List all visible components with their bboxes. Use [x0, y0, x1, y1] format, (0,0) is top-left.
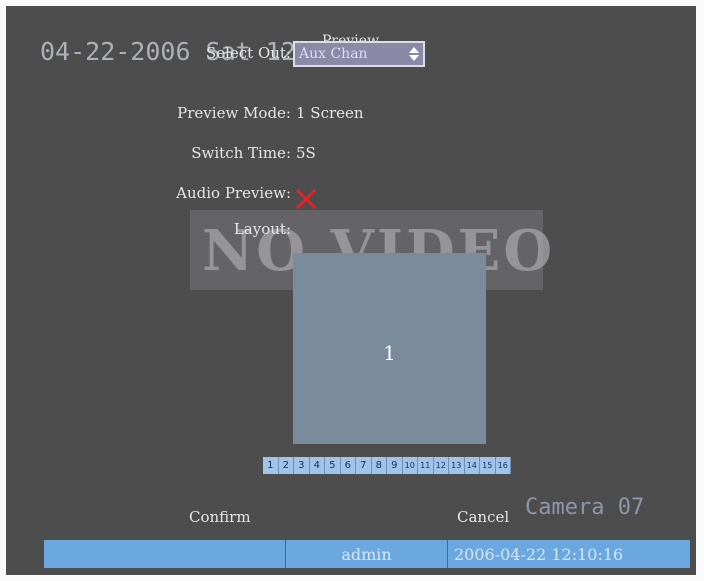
- preview-mode-label: Preview Mode:: [177, 104, 291, 122]
- channel-button[interactable]: 12: [434, 457, 449, 474]
- switch-time-value[interactable]: 5S: [296, 144, 316, 162]
- channel-button[interactable]: 6: [341, 457, 356, 474]
- channel-button[interactable]: 14: [465, 457, 480, 474]
- camera-label: Camera 07: [525, 495, 645, 520]
- channel-button[interactable]: 16: [496, 457, 511, 474]
- status-bar: admin 2006-04-22 12:10:16: [44, 540, 690, 568]
- channel-button[interactable]: 3: [294, 457, 310, 474]
- spinner-arrows-icon[interactable]: [408, 46, 420, 62]
- status-user: admin: [286, 540, 448, 568]
- layout-label: Layout:: [233, 220, 291, 238]
- dvr-screen: 04-22-2006 Sat 12:10:16 NO VIDEO Preview…: [6, 6, 696, 575]
- channel-button[interactable]: 5: [325, 457, 341, 474]
- select-out-value: Aux Chan: [299, 46, 368, 62]
- select-out-dropdown[interactable]: Aux Chan: [293, 41, 425, 67]
- layout-cell-number: 1: [383, 341, 396, 365]
- status-datetime: 2006-04-22 12:10:16: [454, 544, 624, 564]
- switch-time-label: Switch Time:: [191, 144, 291, 162]
- layout-cell[interactable]: 1: [293, 253, 486, 444]
- channel-button[interactable]: 4: [310, 457, 325, 474]
- channel-button[interactable]: 1: [263, 457, 279, 474]
- channel-button[interactable]: 2: [279, 457, 294, 474]
- channel-button[interactable]: 9: [387, 457, 403, 474]
- channel-selector: 1 2 3 4 5 6 7 8 9 10 11 12 13 14 15 16: [263, 457, 511, 474]
- cancel-button[interactable]: Cancel: [457, 508, 509, 526]
- status-bar-blank: [44, 540, 286, 568]
- preview-mode-value[interactable]: 1 Screen: [296, 104, 364, 122]
- audio-preview-label: Audio Preview:: [176, 184, 291, 202]
- channel-button[interactable]: 15: [480, 457, 496, 474]
- red-x-icon[interactable]: [294, 187, 318, 211]
- select-out-label: Select Out:: [205, 44, 291, 62]
- confirm-button[interactable]: Confirm: [189, 508, 251, 526]
- channel-button[interactable]: 13: [449, 457, 465, 474]
- channel-button[interactable]: 8: [372, 457, 387, 474]
- channel-button[interactable]: 7: [356, 457, 372, 474]
- channel-button[interactable]: 11: [418, 457, 434, 474]
- channel-button[interactable]: 10: [403, 457, 418, 474]
